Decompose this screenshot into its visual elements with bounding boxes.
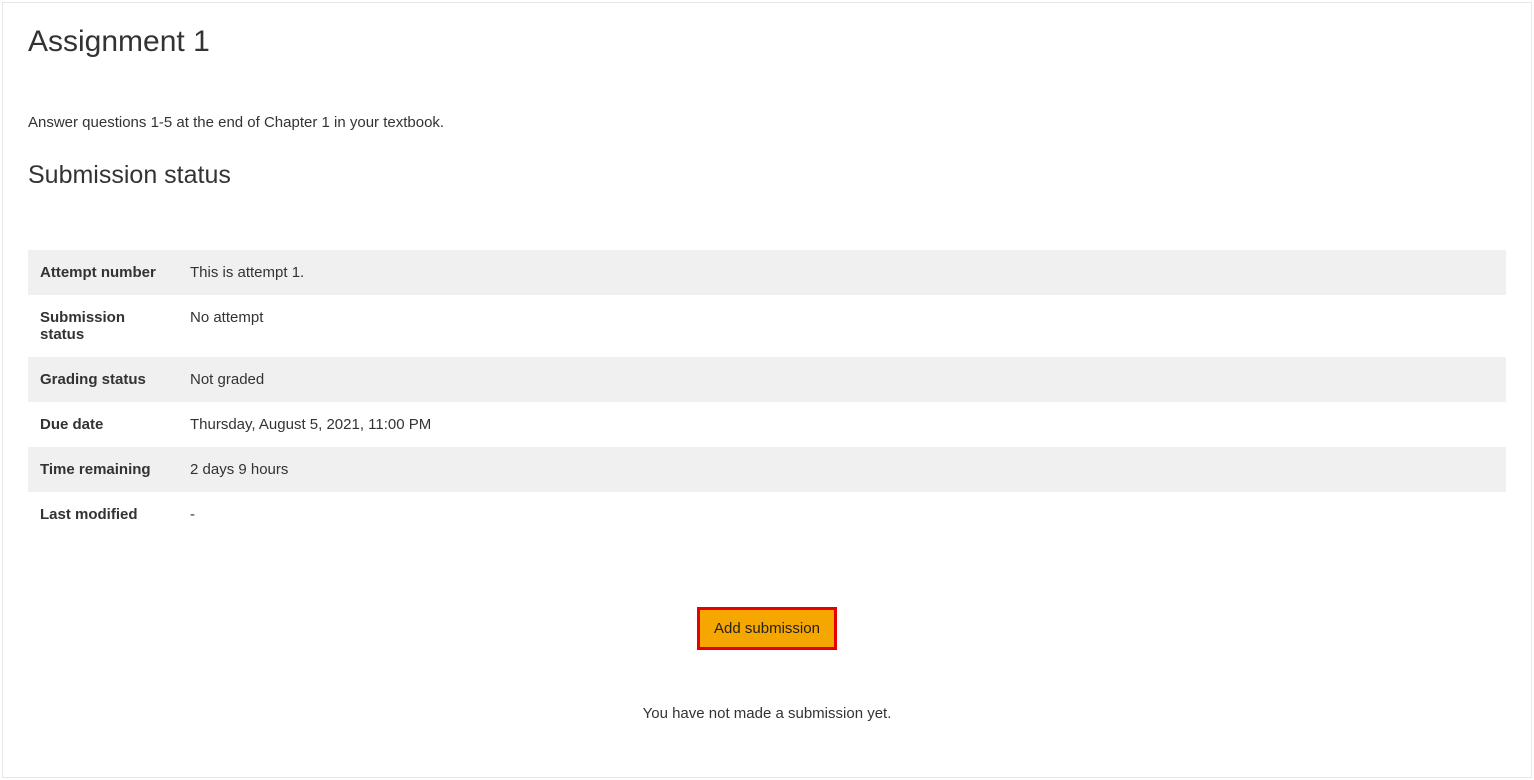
row-value-submission-status: No attempt [178,295,1506,357]
row-value-last-modified: - [178,492,1506,537]
table-row: Due date Thursday, August 5, 2021, 11:00… [28,402,1506,447]
row-label-submission-status: Submission status [28,295,178,357]
row-label-due-date: Due date [28,402,178,447]
table-row: Attempt number This is attempt 1. [28,250,1506,295]
row-label-grading-status: Grading status [28,357,178,402]
section-heading: Submission status [28,161,1506,190]
button-container: Add submission [28,607,1506,650]
page-title: Assignment 1 [28,25,1506,59]
row-value-due-date: Thursday, August 5, 2021, 11:00 PM [178,402,1506,447]
row-label-time-remaining: Time remaining [28,447,178,492]
no-submission-message: You have not made a submission yet. [28,705,1506,722]
row-value-time-remaining: 2 days 9 hours [178,447,1506,492]
table-row: Grading status Not graded [28,357,1506,402]
row-value-grading-status: Not graded [178,357,1506,402]
table-row: Submission status No attempt [28,295,1506,357]
row-value-attempt-number: This is attempt 1. [178,250,1506,295]
assignment-page: Assignment 1 Answer questions 1-5 at the… [2,2,1532,778]
add-submission-button[interactable]: Add submission [697,607,837,650]
row-label-attempt-number: Attempt number [28,250,178,295]
assignment-description: Answer questions 1-5 at the end of Chapt… [28,114,1506,131]
table-row: Last modified - [28,492,1506,537]
submission-status-table: Attempt number This is attempt 1. Submis… [28,250,1506,537]
table-row: Time remaining 2 days 9 hours [28,447,1506,492]
row-label-last-modified: Last modified [28,492,178,537]
